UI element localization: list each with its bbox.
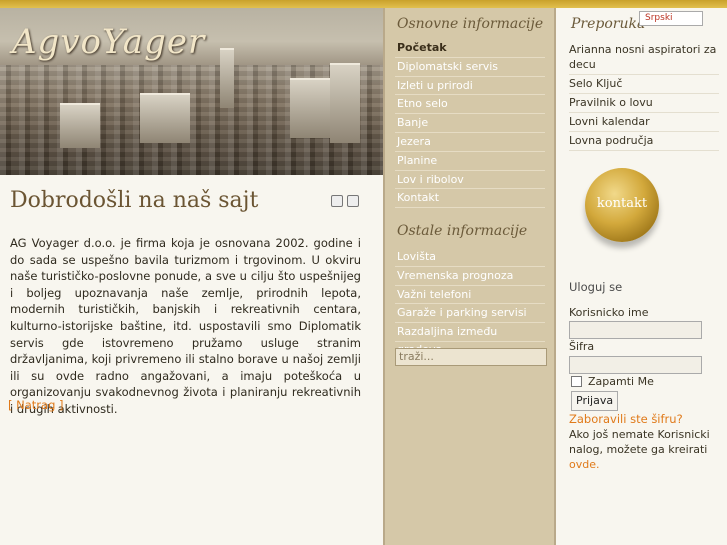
back-link[interactable]: [ Natrag ] — [8, 398, 64, 412]
email-icon[interactable] — [347, 195, 359, 207]
menu-item-lov-ribolov[interactable]: Lov i ribolov — [395, 171, 545, 190]
menu-item-jezera[interactable]: Jezera — [395, 133, 545, 152]
username-label: Korisnicko ime — [569, 306, 649, 319]
menu-item-izleti[interactable]: Izleti u prirodi — [395, 77, 545, 96]
menu-item-vremenska-prognoza[interactable]: Vremenska prognoza — [395, 267, 545, 286]
top-bar — [0, 0, 727, 8]
recommendation-item[interactable]: Lovna područja — [569, 132, 719, 151]
other-info-heading: Ostale informacije — [397, 223, 528, 239]
menu-item-pocetak[interactable]: Početak — [395, 39, 545, 58]
building — [60, 103, 100, 148]
recommendation-item[interactable]: Selo Ključ — [569, 75, 719, 94]
contact-seal-label: kontakt — [596, 196, 648, 211]
menu-item-lovista[interactable]: Lovišta — [395, 248, 545, 267]
register-text-body: Ako još nemate Korisnicki nalog, možete … — [569, 428, 710, 456]
username-field[interactable] — [569, 321, 702, 339]
right-column: Preporuka Srpski Arianna nosni aspirator… — [556, 8, 727, 545]
recommendation-list: Arianna nosni aspiratori za decu Selo Kl… — [569, 41, 719, 151]
recommendation-heading: Preporuka — [571, 16, 646, 32]
building — [220, 48, 234, 108]
menu-item-vazni-telefoni[interactable]: Važni telefoni — [395, 286, 545, 305]
site-logo[interactable]: AgvoYager — [12, 22, 205, 62]
print-icon[interactable] — [331, 195, 343, 207]
menu-item-diplomatski-servis[interactable]: Diplomatski servis — [395, 58, 545, 77]
menu-item-banje[interactable]: Banje — [395, 114, 545, 133]
menu-item-kontakt[interactable]: Kontakt — [395, 189, 545, 209]
page-title: Dobrodošli na naš sajt — [10, 188, 259, 213]
remember-me: Zapamti Me — [571, 375, 654, 388]
basic-info-heading: Osnovne informacije — [397, 16, 544, 32]
menu-item-garaze[interactable]: Garaže i parking servisi — [395, 304, 545, 324]
header-city-photo: AgvoYager — [0, 8, 383, 175]
remember-me-label: Zapamti Me — [588, 375, 654, 388]
search-input[interactable]: traži... — [395, 348, 547, 366]
login-heading: Uloguj se — [569, 280, 623, 294]
menu-item-etno-selo[interactable]: Etno selo — [395, 95, 545, 115]
language-select[interactable]: Srpski — [639, 11, 703, 26]
password-field[interactable] — [569, 356, 702, 374]
menu-item-razdaljina[interactable]: Razdaljina između gradova — [395, 323, 545, 356]
register-text: Ako još nemate Korisnicki nalog, možete … — [569, 427, 719, 472]
password-label: Šifra — [569, 340, 595, 353]
middle-column: Osnovne informacije Početak Diplomatski … — [383, 8, 556, 545]
article-tools — [331, 195, 359, 207]
other-info-menu: Lovišta Vremenska prognoza Važni telefon… — [395, 248, 545, 356]
main-column: AgvoYager Dobrodošli na naš sajt AG Voya… — [0, 8, 383, 545]
remember-me-checkbox[interactable] — [571, 376, 582, 387]
recommendation-item[interactable]: Pravilnik o lovu — [569, 94, 719, 113]
contact-seal-button[interactable]: kontakt — [585, 168, 659, 242]
building — [330, 63, 360, 143]
building — [140, 93, 190, 143]
register-link[interactable]: ovde. — [569, 458, 600, 471]
basic-info-menu: Početak Diplomatski servis Izleti u prir… — [395, 39, 545, 209]
recommendation-item[interactable]: Lovni kalendar — [569, 113, 719, 132]
intro-text: AG Voyager d.o.o. je firma koja je osnov… — [10, 236, 361, 416]
recommendation-item[interactable]: Arianna nosni aspiratori za decu — [569, 41, 719, 75]
forgot-password-link[interactable]: Zaboravili ste šifru? — [569, 412, 683, 426]
building — [290, 78, 330, 138]
menu-item-planine[interactable]: Planine — [395, 152, 545, 171]
login-button[interactable]: Prijava — [571, 391, 619, 411]
